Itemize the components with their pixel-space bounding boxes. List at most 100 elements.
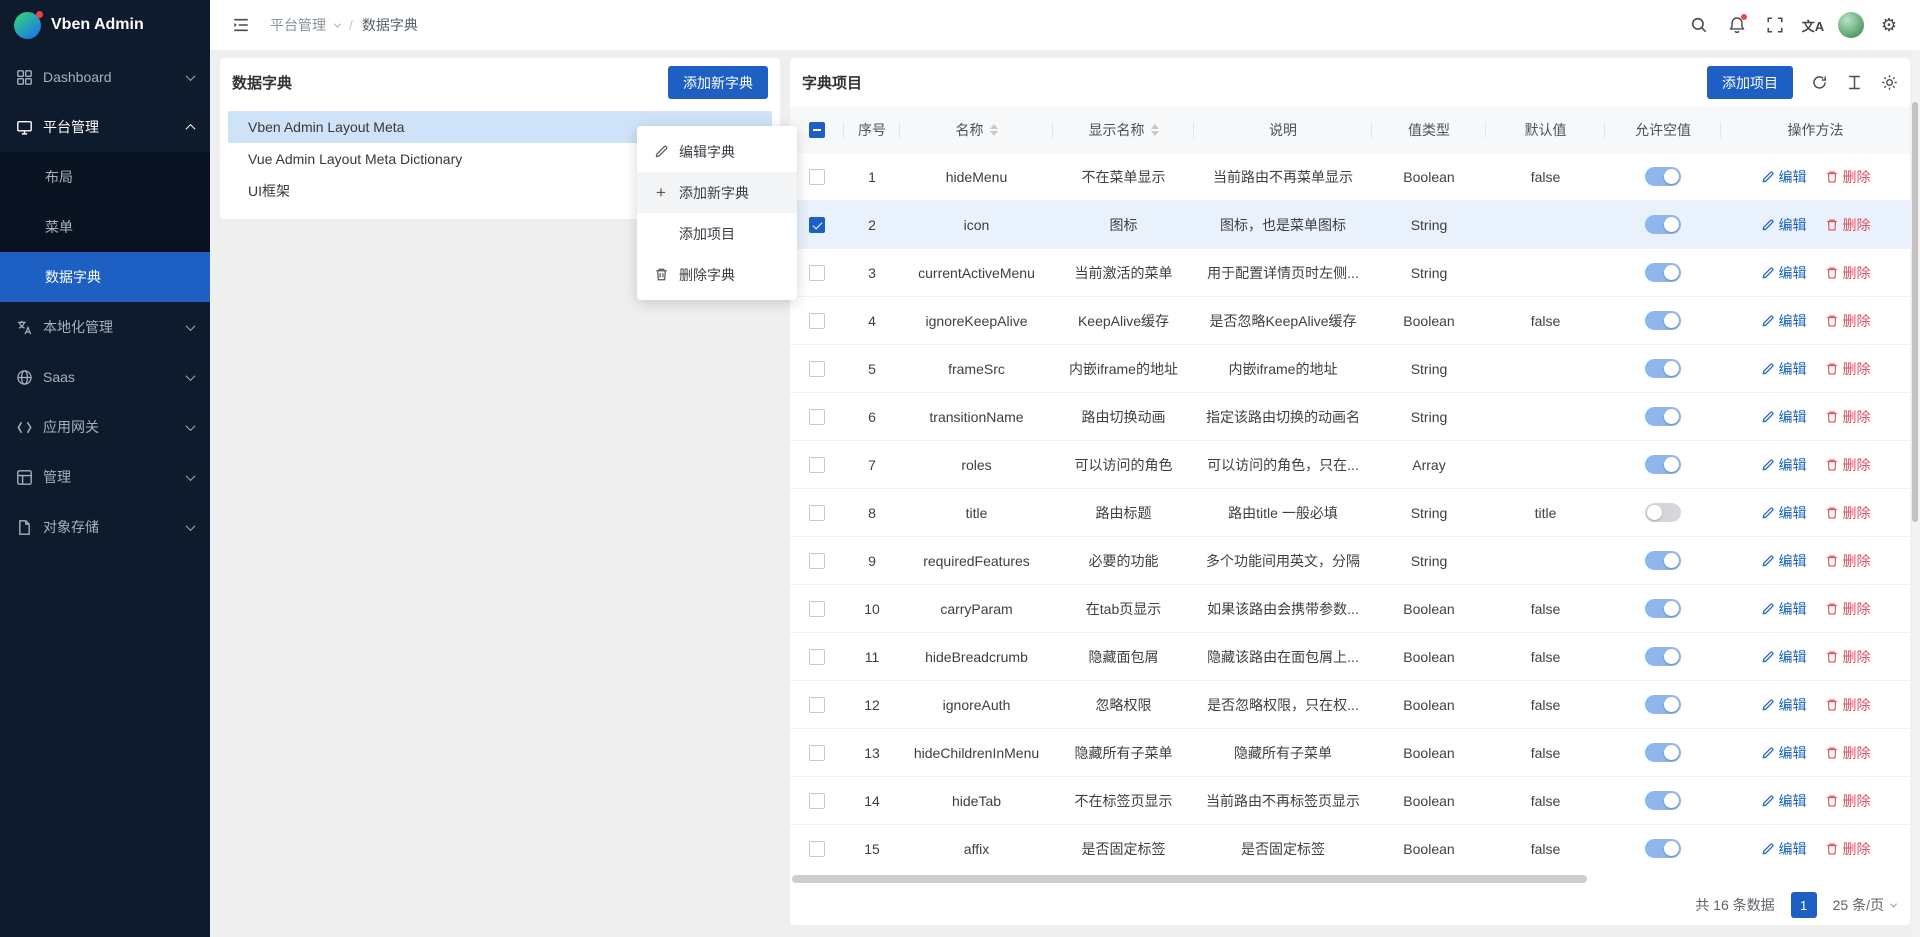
allow-null-toggle[interactable] (1645, 215, 1681, 234)
language-button[interactable]: 文A (1796, 8, 1830, 42)
allow-null-toggle[interactable] (1645, 407, 1681, 426)
fullscreen-button[interactable] (1758, 8, 1792, 42)
edit-button[interactable]: 编辑 (1761, 647, 1807, 667)
context-menu-item-delete-dictionary[interactable]: 删除字典 (637, 254, 797, 295)
column-header-display-name[interactable]: 显示名称 (1053, 107, 1194, 153)
row-checkbox[interactable] (809, 313, 825, 329)
cell-actions: 编辑 删除 (1721, 791, 1910, 811)
page-size-select[interactable]: 25 条/页 (1833, 895, 1896, 915)
horizontal-scrollbar[interactable] (792, 875, 1896, 883)
context-menu-item-edit-dictionary[interactable]: 编辑字典 (637, 131, 797, 172)
delete-button[interactable]: 删除 (1825, 407, 1871, 427)
row-checkbox[interactable] (809, 217, 825, 233)
row-checkbox[interactable] (809, 649, 825, 665)
context-menu-item-add-dictionary[interactable]: + 添加新字典 (637, 172, 797, 213)
edit-button[interactable]: 编辑 (1761, 551, 1807, 571)
row-checkbox[interactable] (809, 697, 825, 713)
delete-button[interactable]: 删除 (1825, 167, 1871, 187)
allow-null-toggle[interactable] (1645, 263, 1681, 282)
delete-button[interactable]: 删除 (1825, 455, 1871, 475)
edit-button[interactable]: 编辑 (1761, 263, 1807, 283)
vertical-scrollbar-thumb[interactable] (1912, 102, 1918, 522)
row-checkbox[interactable] (809, 841, 825, 857)
allow-null-toggle[interactable] (1645, 695, 1681, 714)
row-checkbox[interactable] (809, 457, 825, 473)
edit-button[interactable]: 编辑 (1761, 311, 1807, 331)
sidebar-item-data-dictionary[interactable]: 数据字典 (0, 252, 210, 302)
edit-button[interactable]: 编辑 (1761, 407, 1807, 427)
sidebar-item-object-storage[interactable]: 对象存储 (0, 502, 210, 552)
row-checkbox[interactable] (809, 745, 825, 761)
add-dictionary-button[interactable]: 添加新字典 (668, 66, 768, 99)
select-all-checkbox[interactable] (809, 122, 825, 138)
delete-button[interactable]: 删除 (1825, 311, 1871, 331)
row-checkbox[interactable] (809, 553, 825, 569)
sort-icon[interactable] (1151, 124, 1159, 136)
user-menu-button[interactable] (1834, 8, 1868, 42)
row-height-icon[interactable] (1846, 74, 1863, 91)
row-checkbox[interactable] (809, 169, 825, 185)
row-checkbox[interactable] (809, 505, 825, 521)
delete-button[interactable]: 删除 (1825, 647, 1871, 667)
sidebar-item-management[interactable]: 管理 (0, 452, 210, 502)
allow-null-toggle[interactable] (1645, 503, 1681, 522)
delete-button[interactable]: 删除 (1825, 551, 1871, 571)
edit-button[interactable]: 编辑 (1761, 455, 1807, 475)
edit-button[interactable]: 编辑 (1761, 599, 1807, 619)
sidebar-item-layout[interactable]: 布局 (0, 152, 210, 202)
edit-button[interactable]: 编辑 (1761, 791, 1807, 811)
delete-button[interactable]: 删除 (1825, 263, 1871, 283)
edit-button[interactable]: 编辑 (1761, 503, 1807, 523)
sidebar-item-platform[interactable]: 平台管理 (0, 102, 210, 152)
breadcrumb-item[interactable]: 平台管理 (270, 15, 326, 35)
allow-null-toggle[interactable] (1645, 359, 1681, 378)
edit-button[interactable]: 编辑 (1761, 359, 1807, 379)
column-header-name[interactable]: 名称 (900, 107, 1053, 153)
edit-button[interactable]: 编辑 (1761, 839, 1807, 859)
pagination-page-1[interactable]: 1 (1791, 892, 1817, 918)
delete-button[interactable]: 删除 (1825, 599, 1871, 619)
sidebar-item-menu[interactable]: 菜单 (0, 202, 210, 252)
delete-button[interactable]: 删除 (1825, 743, 1871, 763)
sidebar-item-gateway[interactable]: 应用网关 (0, 402, 210, 452)
menu-fold-button[interactable] (224, 8, 258, 42)
allow-null-toggle[interactable] (1645, 311, 1681, 330)
logo[interactable]: Vben Admin (0, 0, 210, 50)
row-checkbox[interactable] (809, 265, 825, 281)
row-checkbox[interactable] (809, 601, 825, 617)
settings-button[interactable]: ⚙ (1872, 8, 1906, 42)
delete-button[interactable]: 删除 (1825, 215, 1871, 235)
add-item-button[interactable]: 添加项目 (1707, 66, 1793, 99)
allow-null-toggle[interactable] (1645, 599, 1681, 618)
vertical-scrollbar[interactable] (1911, 50, 1920, 937)
edit-button[interactable]: 编辑 (1761, 743, 1807, 763)
column-settings-gear-icon[interactable] (1881, 74, 1898, 91)
notifications-button[interactable] (1720, 8, 1754, 42)
context-menu-item-add-item[interactable]: 添加项目 (637, 213, 797, 254)
edit-button[interactable]: 编辑 (1761, 215, 1807, 235)
sort-icon[interactable] (990, 124, 998, 136)
edit-button[interactable]: 编辑 (1761, 695, 1807, 715)
row-checkbox[interactable] (809, 793, 825, 809)
row-checkbox[interactable] (809, 361, 825, 377)
allow-null-toggle[interactable] (1645, 167, 1681, 186)
allow-null-toggle[interactable] (1645, 647, 1681, 666)
allow-null-toggle[interactable] (1645, 551, 1681, 570)
delete-button[interactable]: 删除 (1825, 359, 1871, 379)
allow-null-toggle[interactable] (1645, 743, 1681, 762)
edit-button[interactable]: 编辑 (1761, 167, 1807, 187)
sidebar-item-dashboard[interactable]: Dashboard (0, 52, 210, 102)
refresh-icon[interactable] (1811, 74, 1828, 91)
delete-button[interactable]: 删除 (1825, 695, 1871, 715)
allow-null-toggle[interactable] (1645, 839, 1681, 858)
sidebar-item-localization[interactable]: 本地化管理 (0, 302, 210, 352)
delete-button[interactable]: 删除 (1825, 503, 1871, 523)
allow-null-toggle[interactable] (1645, 791, 1681, 810)
horizontal-scrollbar-thumb[interactable] (792, 875, 1587, 883)
allow-null-toggle[interactable] (1645, 455, 1681, 474)
search-button[interactable] (1682, 8, 1716, 42)
delete-button[interactable]: 删除 (1825, 791, 1871, 811)
sidebar-item-saas[interactable]: Saas (0, 352, 210, 402)
row-checkbox[interactable] (809, 409, 825, 425)
delete-button[interactable]: 删除 (1825, 839, 1871, 859)
